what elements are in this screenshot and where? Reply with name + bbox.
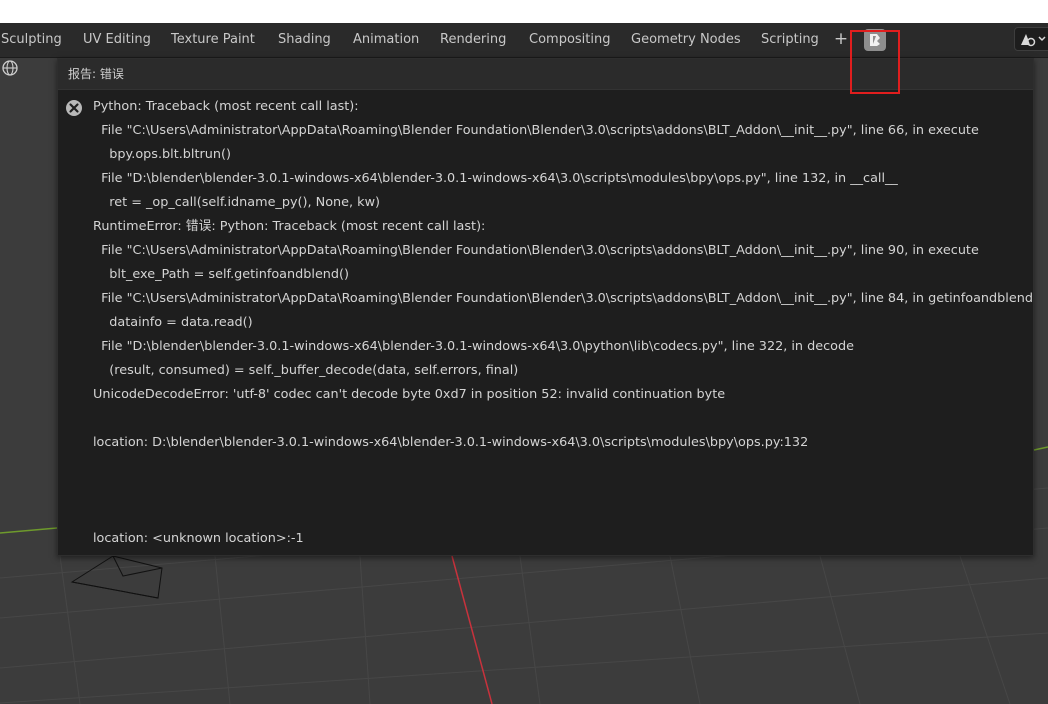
highlight-annotation: [850, 30, 900, 94]
report-line: File "C:\Users\Administrator\AppData\Roa…: [93, 123, 979, 138]
camera-object[interactable]: [70, 555, 163, 599]
report-line: datainfo = data.read(): [93, 315, 253, 330]
report-line: (result, consumed) = self._buffer_decode…: [93, 363, 519, 378]
report-line: File "C:\Users\Administrator\AppData\Roa…: [93, 243, 979, 258]
tab-geometry-nodes[interactable]: Geometry Nodes: [631, 23, 741, 57]
globe-icon[interactable]: [0, 58, 20, 78]
editor-type-selector[interactable]: [1014, 27, 1048, 51]
tab-sculpting[interactable]: Sculpting: [1, 23, 62, 57]
editor-type-icon: [1021, 34, 1046, 47]
report-line: RuntimeError: 错误: Python: Traceback (mos…: [93, 219, 486, 234]
error-report-popup: 报告: 错误 Python: Traceback (most recent ca…: [57, 58, 1034, 556]
workspace-tab-bar: Sculpting UV Editing Texture Paint Shadi…: [0, 23, 1048, 94]
tab-rendering[interactable]: Rendering: [440, 23, 506, 57]
report-line: File "D:\blender\blender-3.0.1-windows-x…: [93, 339, 854, 354]
x-axis-line: [451, 555, 493, 704]
report-line: location: <unknown location>:-1: [93, 531, 304, 546]
report-line: location: D:\blender\blender-3.0.1-windo…: [93, 435, 809, 450]
tab-uv-editing[interactable]: UV Editing: [83, 23, 151, 57]
report-line: Python: Traceback (most recent call last…: [93, 99, 359, 114]
tab-shading[interactable]: Shading: [278, 23, 331, 57]
report-title: 报告: 错误: [68, 67, 124, 81]
report-line: blt_exe_Path = self.getinfoandblend(): [93, 267, 350, 282]
report-line: File "D:\blender\blender-3.0.1-windows-x…: [93, 171, 898, 186]
tab-animation[interactable]: Animation: [353, 23, 419, 57]
add-workspace-button[interactable]: +: [832, 23, 850, 57]
report-line: UnicodeDecodeError: 'utf-8' codec can't …: [93, 387, 726, 402]
error-icon: [66, 100, 82, 116]
tab-texture-paint[interactable]: Texture Paint: [171, 23, 255, 57]
tab-scripting[interactable]: Scripting: [761, 23, 819, 57]
top-margin: [0, 0, 1048, 23]
report-line: bpy.ops.blt.bltrun(): [93, 147, 231, 162]
report-line: File "C:\Users\Administrator\AppData\Roa…: [93, 291, 1033, 306]
report-line: ret = _op_call(self.idname_py(), None, k…: [93, 195, 381, 210]
tab-compositing[interactable]: Compositing: [529, 23, 611, 57]
y-axis-line: [0, 527, 58, 534]
